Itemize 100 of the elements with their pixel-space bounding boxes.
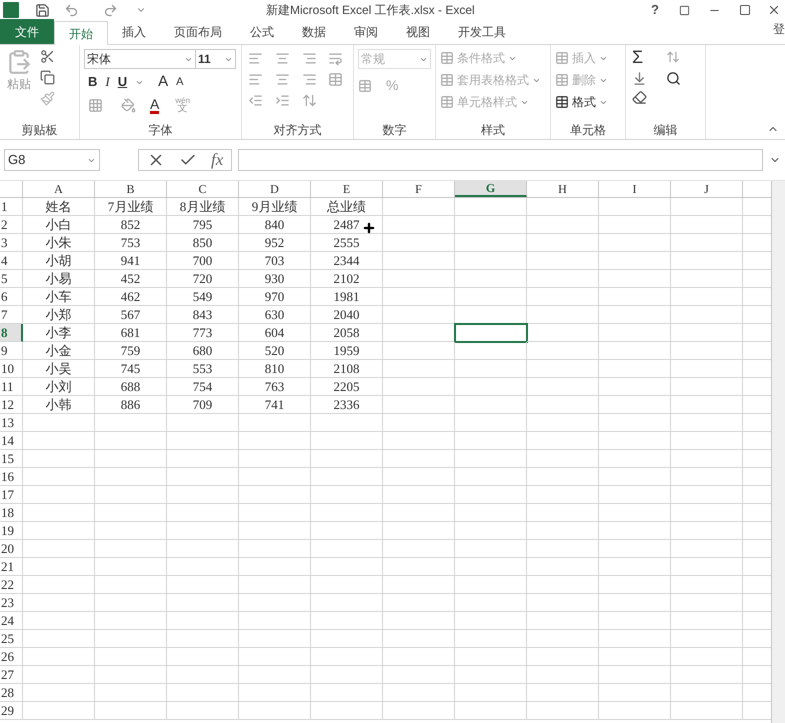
table-cell[interactable]: [167, 594, 239, 612]
table-cell[interactable]: [383, 234, 455, 252]
table-cell[interactable]: [95, 504, 167, 522]
name-box[interactable]: G8: [4, 149, 100, 171]
table-cell[interactable]: [383, 504, 455, 522]
table-cell[interactable]: [23, 576, 95, 594]
table-cell[interactable]: [239, 594, 311, 612]
row-header[interactable]: 4: [0, 252, 23, 270]
table-cell[interactable]: [95, 540, 167, 558]
row-header[interactable]: 2: [0, 216, 23, 234]
bold-button[interactable]: B: [88, 72, 98, 92]
table-cell[interactable]: [671, 666, 743, 684]
column-header[interactable]: A: [23, 181, 95, 197]
column-header[interactable]: I: [599, 181, 671, 197]
table-cell[interactable]: [527, 324, 599, 342]
table-cell[interactable]: [599, 270, 671, 288]
table-cell[interactable]: [311, 450, 383, 468]
table-cell[interactable]: [455, 468, 527, 486]
table-cell[interactable]: [599, 234, 671, 252]
table-cell[interactable]: [311, 522, 383, 540]
table-cell[interactable]: [95, 414, 167, 432]
ribbon-tab[interactable]: 审阅: [340, 20, 392, 44]
align-left-icon[interactable]: [248, 72, 263, 87]
table-cell[interactable]: 小车: [23, 288, 95, 306]
sign-in-link[interactable]: 登: [773, 20, 785, 38]
table-cell[interactable]: [167, 540, 239, 558]
row-header[interactable]: 24: [0, 612, 23, 630]
table-cell[interactable]: [599, 432, 671, 450]
table-cell[interactable]: [167, 612, 239, 630]
ribbon-tab[interactable]: 开发工具: [444, 20, 520, 44]
table-cell[interactable]: [671, 360, 743, 378]
row-header[interactable]: 8: [0, 324, 23, 342]
table-cell[interactable]: [383, 288, 455, 306]
table-cell[interactable]: [23, 432, 95, 450]
row-header[interactable]: 19: [0, 522, 23, 540]
font-color-button[interactable]: A: [150, 96, 160, 114]
ribbon-tab[interactable]: 数据: [288, 20, 340, 44]
table-cell[interactable]: [599, 702, 671, 720]
table-cell[interactable]: [527, 648, 599, 666]
table-cell[interactable]: [239, 630, 311, 648]
table-cell[interactable]: [383, 486, 455, 504]
table-cell[interactable]: [95, 594, 167, 612]
table-cell[interactable]: [383, 684, 455, 702]
table-cell[interactable]: 2058: [311, 324, 383, 342]
orientation-icon[interactable]: [302, 93, 316, 108]
file-tab[interactable]: 文件: [0, 19, 54, 44]
fill-color-icon[interactable]: [121, 98, 136, 112]
table-cell[interactable]: [455, 576, 527, 594]
redo-icon[interactable]: [103, 2, 118, 18]
table-cell[interactable]: [23, 702, 95, 720]
table-cell[interactable]: [671, 540, 743, 558]
row-header[interactable]: 10: [0, 360, 23, 378]
table-cell[interactable]: [383, 252, 455, 270]
table-cell[interactable]: [599, 648, 671, 666]
table-cell[interactable]: [455, 198, 527, 216]
table-cell[interactable]: [455, 612, 527, 630]
table-cell[interactable]: 小金: [23, 342, 95, 360]
table-cell[interactable]: [527, 216, 599, 234]
table-cell[interactable]: 小韩: [23, 396, 95, 414]
table-cell[interactable]: 970: [239, 288, 311, 306]
table-cell[interactable]: [23, 594, 95, 612]
table-cell[interactable]: [23, 486, 95, 504]
table-cell[interactable]: 709: [167, 396, 239, 414]
table-cell[interactable]: [167, 576, 239, 594]
table-cell[interactable]: [167, 450, 239, 468]
table-cell[interactable]: [383, 540, 455, 558]
table-cell[interactable]: 小朱: [23, 234, 95, 252]
table-cell[interactable]: [599, 594, 671, 612]
row-header[interactable]: 28: [0, 684, 23, 702]
table-cell[interactable]: [23, 612, 95, 630]
table-cell[interactable]: [599, 450, 671, 468]
table-cell[interactable]: [383, 558, 455, 576]
table-cell[interactable]: [455, 432, 527, 450]
active-cell[interactable]: [455, 324, 527, 342]
row-header[interactable]: 27: [0, 666, 23, 684]
table-cell[interactable]: [527, 666, 599, 684]
table-cell[interactable]: [671, 252, 743, 270]
column-header[interactable]: H: [527, 181, 599, 197]
table-cell[interactable]: [383, 612, 455, 630]
column-header[interactable]: B: [95, 181, 167, 197]
table-cell[interactable]: 680: [167, 342, 239, 360]
grow-font-button[interactable]: A: [158, 70, 168, 94]
eraser-icon[interactable]: [632, 90, 647, 105]
table-cell[interactable]: 2040: [311, 306, 383, 324]
table-cell[interactable]: [23, 504, 95, 522]
table-cell[interactable]: [383, 666, 455, 684]
table-cell[interactable]: [239, 576, 311, 594]
align-right-icon[interactable]: [302, 72, 316, 87]
table-cell[interactable]: 773: [167, 324, 239, 342]
increase-indent-icon[interactable]: [274, 93, 290, 108]
table-cell[interactable]: [455, 252, 527, 270]
table-cell[interactable]: [95, 648, 167, 666]
table-cell[interactable]: [527, 252, 599, 270]
table-cell[interactable]: 549: [167, 288, 239, 306]
shrink-font-button[interactable]: A: [176, 74, 184, 90]
table-cell[interactable]: [311, 540, 383, 558]
table-cell[interactable]: [23, 540, 95, 558]
table-cell[interactable]: [671, 612, 743, 630]
row-header[interactable]: 20: [0, 540, 23, 558]
table-cell[interactable]: [671, 270, 743, 288]
